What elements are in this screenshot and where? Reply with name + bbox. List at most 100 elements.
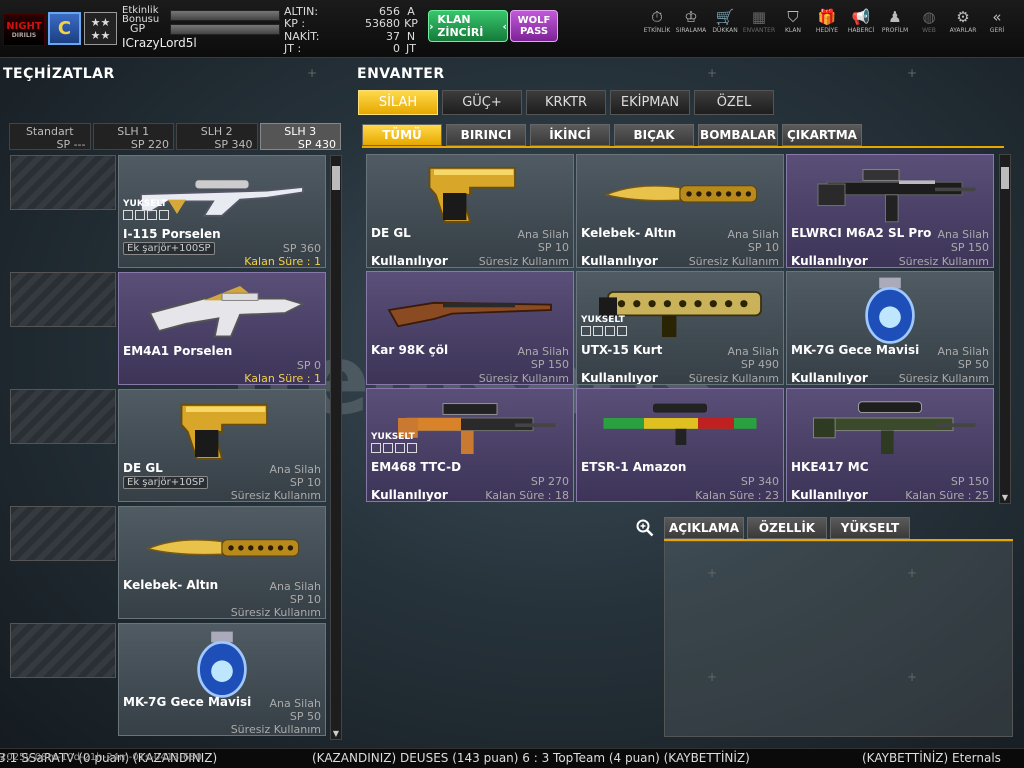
weapon-sp: SP 150 <box>530 358 569 371</box>
subcategory-tab[interactable]: BOMBALAR <box>698 124 778 146</box>
loadout-tab-title: SLH 3 <box>284 125 317 138</box>
weapon-name: Kelebek- Altın <box>123 578 219 592</box>
currency-value: 656 <box>379 4 400 18</box>
nav-ranking[interactable]: ♔ SIRALAMA <box>674 8 708 50</box>
detail-tab[interactable]: AÇIKLAMA <box>664 517 744 539</box>
subcategory-tab[interactable]: ÇIKARTMA <box>782 124 862 146</box>
weapon-name: I-115 Porselen <box>123 227 221 241</box>
loadout-tab[interactable]: SLH 2 SP 340 <box>176 123 258 151</box>
subcategory-tab[interactable]: BIÇAK <box>614 124 694 146</box>
weapon-name: ETSR-1 Amazon <box>581 460 687 474</box>
inventory-card[interactable]: ETSR-1 Amazon SP 340 Kalan Süre : 23 <box>576 388 784 502</box>
nav-clan[interactable]: ⛉ KLAN <box>776 8 810 50</box>
weapon-image <box>127 628 317 704</box>
equipment-scrollbar[interactable]: ▼ <box>330 155 342 740</box>
subcategory-tab[interactable]: İKİNCİ <box>530 124 610 146</box>
weapon-category: Ana Silah <box>727 345 779 358</box>
detail-tab[interactable]: YÜKSELT <box>830 517 910 539</box>
category-tab[interactable]: GÜÇ+ <box>442 90 522 115</box>
nav-event[interactable]: ⏱ ETKİNLİK <box>640 8 674 50</box>
nav-gift[interactable]: 🎁 HEDİYE <box>810 8 844 50</box>
empty-slot[interactable] <box>10 272 116 327</box>
empty-slot[interactable] <box>10 506 116 561</box>
weapon-sp: SP 360 <box>282 242 321 255</box>
weapon-duration: Kalan Süre : 25 <box>905 489 989 502</box>
upgrade-slots <box>123 210 169 220</box>
subcategory-tab[interactable]: TÜMÜ <box>362 124 442 146</box>
subcategory-tabs: TÜMÜ BIRINCI İKİNCİ BIÇAK BOMBALAR ÇIKARTMA <box>362 124 1004 148</box>
scroll-down-icon[interactable]: ▼ <box>331 729 341 739</box>
nav-label: DÜKKAN <box>712 27 738 34</box>
empty-slot[interactable] <box>10 389 116 444</box>
currency-row: ALTIN: 656 A <box>284 5 422 18</box>
inventory-card[interactable]: ELWRCI M6A2 SL Pro Ana Silah SP 150 Kullanı… <box>786 154 994 268</box>
nav-shop[interactable]: 🛒 DÜKKAN <box>708 8 742 50</box>
weapon-sp: SP 270 <box>530 475 569 488</box>
category-tab[interactable]: SİLAH <box>358 90 438 115</box>
equipment-card[interactable]: Kelebek- Altın Ana Silah SP 10 Süresiz Kul… <box>118 506 326 619</box>
weapon-name: EM468 TTC-D <box>371 460 462 474</box>
nav-web[interactable]: ◍ WEB <box>912 8 946 50</box>
messenger-icon: 📢 <box>851 8 871 26</box>
shop-icon: 🛒 <box>715 8 735 26</box>
loadout-tab[interactable]: SLH 3 SP 430 <box>259 123 341 151</box>
weapon-duration: Süresiz Kullanım <box>688 255 779 268</box>
inventory-card[interactable]: Kelebek- Altın Ana Silah SP 10 Kullanılıyor… <box>576 154 784 268</box>
inventory-card[interactable]: HKE417 MC SP 150 Kullanılıyor Kalan Süre : … <box>786 388 994 502</box>
currency-row: KP : 53680 KP <box>284 17 422 30</box>
equipment-card[interactable]: EM4A1 Porselen SP 0 Kalan Süre : 1 <box>118 272 326 385</box>
equipment-card[interactable]: DE GL Ana Silah Ek şarjör+10SP SP 10 Süresi… <box>118 389 326 502</box>
detail-tab[interactable]: ÖZELLİK <box>747 517 827 539</box>
category-tab[interactable]: ÖZEL <box>694 90 774 115</box>
equipment-card[interactable]: YUKSELT I-115 Porselen Ek şarjör+100SP SP 3… <box>118 155 326 268</box>
equipment-row: EM4A1 Porselen SP 0 Kalan Süre : 1 <box>10 272 340 385</box>
clan-rank-icon[interactable]: C <box>48 12 81 45</box>
equipment-heading: TEÇHİZATLAR <box>3 66 115 82</box>
weapon-name: MK-7G Gece Mavisi <box>791 343 920 357</box>
inventory-card[interactable]: Kar 98K çöl Ana Silah SP 150 Süresiz Kullan… <box>366 271 574 385</box>
category-tab[interactable]: KRKTR <box>526 90 606 115</box>
weapon-duration: Süresiz Kullanım <box>478 255 569 268</box>
weapon-duration: Süresiz Kullanım <box>898 255 989 268</box>
inventory-card[interactable]: MK-7G Gece Mavisi Ana Silah SP 50 Kullanılı… <box>786 271 994 385</box>
bonus-bar <box>170 10 280 21</box>
weapon-category: Ana Silah <box>269 580 321 593</box>
nav-back[interactable]: «GERİ <box>980 8 1014 50</box>
scroll-thumb[interactable] <box>332 166 340 190</box>
in-use-label: Kullanılıyor <box>791 371 868 385</box>
loadout-tab[interactable]: SLH 1 SP 220 <box>92 123 174 151</box>
wolf-pass-label: WOLF PASS <box>517 15 551 37</box>
ticker-text-2: (KAZANDINIZ) DEUSES (143 puan) 6 : 3 Top… <box>312 751 750 765</box>
nav-profile[interactable]: ♟ PROFİLM <box>878 8 912 50</box>
scroll-thumb[interactable] <box>1001 167 1009 189</box>
inventory-card[interactable]: YUKSELT EM468 TTC-D SP 270 Kullanılıyor Kala… <box>366 388 574 502</box>
equipment-row: MK-7G Gece Mavisi Ana Silah SP 50 Süresiz … <box>10 623 340 736</box>
currency-row: NAKİT: 37 N <box>284 30 422 43</box>
weapon-category: Ana Silah <box>517 228 569 241</box>
weapon-sp: SP 10 <box>289 476 321 489</box>
loadout-tab-sp: SP 340 <box>214 138 253 151</box>
wolf-pass-button[interactable]: WOLF PASS <box>510 10 558 42</box>
klan-chain-button[interactable]: › KLAN ZİNCİRİ ‹ <box>428 10 508 42</box>
zoom-icon[interactable] <box>636 519 656 539</box>
loadout-tab[interactable]: Standart SP --- <box>9 123 91 151</box>
category-tab[interactable]: EKİPMAN <box>610 90 690 115</box>
weapon-sp: SP 490 <box>740 358 779 371</box>
nav-settings[interactable]: ⚙ AYARLAR <box>946 8 980 50</box>
inventory-card[interactable]: DE GL Ana Silah SP 10 Kullanılıyor Süresiz K… <box>366 154 574 268</box>
gp-bar <box>170 24 280 35</box>
player-stats: Etkinlik Bonusu <box>122 2 282 35</box>
nav-label: AYARLAR <box>949 27 977 34</box>
equipment-card[interactable]: MK-7G Gece Mavisi Ana Silah SP 50 Süresiz … <box>118 623 326 736</box>
nav-messenger[interactable]: 📢 HABERCİ <box>844 8 878 50</box>
inventory-card[interactable]: YUKSELT UTX-15 Kurt Ana Silah SP 490 Kullanı… <box>576 271 784 385</box>
rank-stars-icon[interactable]: ★★ ★★ <box>84 12 117 45</box>
nav-label: GERİ <box>989 27 1005 34</box>
empty-slot[interactable] <box>10 155 116 210</box>
inventory-scrollbar[interactable]: ▼ <box>999 154 1011 504</box>
nav-inventory[interactable]: ▦ ENVANTER <box>742 8 776 50</box>
in-use-label: Kullanılıyor <box>581 254 658 268</box>
subcategory-tab[interactable]: BIRINCI <box>446 124 526 146</box>
scroll-down-icon[interactable]: ▼ <box>1000 493 1010 503</box>
empty-slot[interactable] <box>10 623 116 678</box>
